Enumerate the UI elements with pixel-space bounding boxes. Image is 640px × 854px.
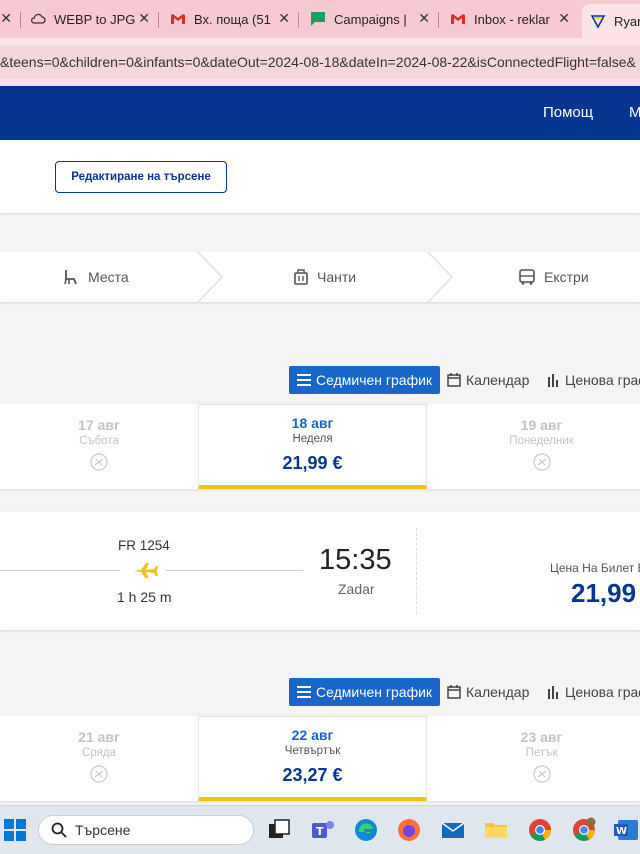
firefox-icon[interactable] bbox=[396, 817, 422, 843]
browser-tab-bar: ✕ WEBP to JPG ✕ Вх. поща (51 ✕ Campaigns… bbox=[0, 0, 640, 38]
outbound-date-carousel: 17 авг Събота 18 авг Неделя 21,99 € 19 а… bbox=[0, 404, 640, 489]
date-card-19-aug[interactable]: 19 авг Понеделник bbox=[427, 404, 640, 489]
cloud-convert-icon bbox=[31, 13, 46, 24]
flight-duration: 1 h 25 m bbox=[117, 589, 172, 605]
route-line bbox=[0, 570, 120, 571]
price-graph-button[interactable]: Ценова граф bbox=[548, 366, 640, 394]
windows-start-icon[interactable] bbox=[4, 819, 26, 841]
fare-price: 23,27 € bbox=[282, 765, 343, 785]
list-icon bbox=[297, 686, 311, 698]
step-divider-chevron bbox=[197, 252, 224, 302]
arrival-city: Zadar bbox=[338, 581, 375, 597]
close-icon[interactable]: ✕ bbox=[418, 10, 430, 27]
search-summary-strip: Редактиране на търсене bbox=[0, 140, 640, 213]
address-bar: &teens=0&children=0&infants=0&dateOut=20… bbox=[0, 38, 640, 86]
step-label: Места bbox=[88, 269, 129, 285]
flight-card[interactable]: FR 1254 1 h 25 m 15:35 Zadar Цена На Бил… bbox=[0, 512, 640, 630]
card-divider bbox=[416, 528, 417, 614]
browser-tab-inbox[interactable]: Inbox - reklar ✕ bbox=[450, 4, 576, 34]
luggage-icon bbox=[294, 269, 308, 285]
taskbar-search[interactable]: Търсене bbox=[38, 815, 254, 845]
edge-icon[interactable] bbox=[353, 817, 379, 843]
close-icon[interactable]: ✕ bbox=[138, 10, 150, 27]
step-label: Екстри bbox=[544, 269, 589, 285]
step-bags[interactable]: Чанти bbox=[293, 252, 356, 302]
fare-label: Цена На Билет В bbox=[550, 561, 640, 575]
return-date-carousel: 21 авг Сряда 22 авг Четвъртък 23,27 € 23… bbox=[0, 716, 640, 801]
close-icon[interactable]: ✕ bbox=[558, 10, 570, 27]
outbound-view-toggle: Седмичен график Календар Ценова граф bbox=[0, 366, 640, 394]
date-card-21-aug[interactable]: 21 авг Сряда bbox=[0, 716, 198, 801]
seat-icon bbox=[64, 270, 77, 285]
url-field[interactable]: &teens=0&children=0&infants=0&dateOut=20… bbox=[0, 45, 640, 79]
tab-title: Campaigns | bbox=[334, 11, 407, 27]
close-icon[interactable]: ✕ bbox=[278, 10, 290, 27]
word-icon[interactable]: W bbox=[614, 817, 640, 843]
browser-tab-partial[interactable]: ✕ bbox=[0, 4, 20, 34]
chrome-icon[interactable] bbox=[527, 817, 553, 843]
browser-tab-campaigns[interactable]: Campaigns | ✕ bbox=[310, 4, 436, 34]
route-line bbox=[166, 570, 303, 571]
date-card-22-aug-selected[interactable]: 22 авг Четвъртък 23,27 € bbox=[198, 716, 427, 801]
booking-steps-bar: Места Чанти Екстри bbox=[0, 252, 640, 302]
windows-taskbar: Търсене T W bbox=[0, 805, 640, 854]
tab-title: Вх. поща (51 bbox=[194, 11, 271, 27]
weekly-schedule-button[interactable]: Седмичен график bbox=[289, 678, 441, 706]
arrival-time: 15:35 bbox=[319, 544, 392, 576]
tab-title: Inbox - reklar bbox=[474, 11, 550, 27]
file-explorer-icon[interactable] bbox=[483, 817, 509, 843]
task-view-icon[interactable] bbox=[266, 817, 292, 843]
svg-text:T: T bbox=[316, 825, 324, 838]
list-icon bbox=[297, 374, 311, 386]
price-graph-button[interactable]: Ценова граф bbox=[548, 678, 640, 706]
fare-price: 21,99 bbox=[571, 578, 637, 608]
teams-icon[interactable]: T bbox=[310, 817, 336, 843]
no-flight-icon bbox=[0, 765, 198, 788]
browser-tab-webp[interactable]: WEBP to JPG ✕ bbox=[30, 4, 156, 34]
date-card-23-aug[interactable]: 23 авг Петък bbox=[427, 716, 640, 801]
step-divider-chevron bbox=[427, 252, 454, 302]
bar-chart-icon bbox=[548, 373, 558, 387]
browser-tab-ryanair[interactable]: Ryan bbox=[582, 4, 640, 38]
edit-search-button[interactable]: Редактиране на търсене bbox=[55, 161, 227, 193]
tab-title: WEBP to JPG bbox=[54, 11, 136, 27]
calendar-button[interactable]: Календар bbox=[447, 366, 529, 394]
search-icon bbox=[51, 822, 67, 838]
browser-tab-gmail-inbox[interactable]: Вх. поща (51 ✕ bbox=[170, 4, 296, 34]
ryanair-harp-icon bbox=[590, 15, 606, 29]
nav-help[interactable]: Помощ bbox=[543, 104, 593, 121]
gmail-icon bbox=[451, 14, 465, 24]
calendar-icon bbox=[447, 685, 461, 699]
tab-title: Ryan bbox=[614, 13, 640, 29]
gmail-icon bbox=[171, 14, 185, 24]
calendar-icon bbox=[447, 373, 461, 387]
flight-number: FR 1254 bbox=[118, 538, 170, 553]
step-label: Чанти bbox=[317, 269, 357, 285]
search-label: Търсене bbox=[75, 822, 131, 838]
svg-text:W: W bbox=[616, 826, 627, 837]
date-card-17-aug[interactable]: 17 авг Събота bbox=[0, 404, 198, 489]
step-extras[interactable]: Екстри bbox=[518, 252, 589, 302]
return-view-toggle: Седмичен график Календар Ценова граф bbox=[0, 678, 640, 706]
weekly-schedule-button[interactable]: Седмичен график bbox=[289, 366, 441, 394]
mail-icon[interactable] bbox=[440, 817, 466, 843]
no-flight-icon bbox=[427, 765, 640, 788]
close-icon[interactable]: ✕ bbox=[0, 10, 12, 27]
bar-chart-icon bbox=[548, 685, 558, 699]
plane-icon bbox=[133, 563, 158, 578]
chrome-profile-icon[interactable] bbox=[571, 817, 597, 843]
no-flight-icon bbox=[427, 453, 640, 476]
bus-icon bbox=[519, 269, 535, 285]
chat-bubble-icon bbox=[311, 12, 325, 26]
fare-price: 21,99 € bbox=[282, 453, 343, 473]
site-header: Помощ М bbox=[0, 86, 640, 140]
step-seats[interactable]: Места bbox=[62, 252, 129, 302]
nav-partial[interactable]: М bbox=[629, 104, 640, 121]
no-flight-icon bbox=[0, 453, 198, 476]
date-card-18-aug-selected[interactable]: 18 авг Неделя 21,99 € bbox=[198, 404, 427, 489]
calendar-button[interactable]: Календар bbox=[447, 678, 529, 706]
